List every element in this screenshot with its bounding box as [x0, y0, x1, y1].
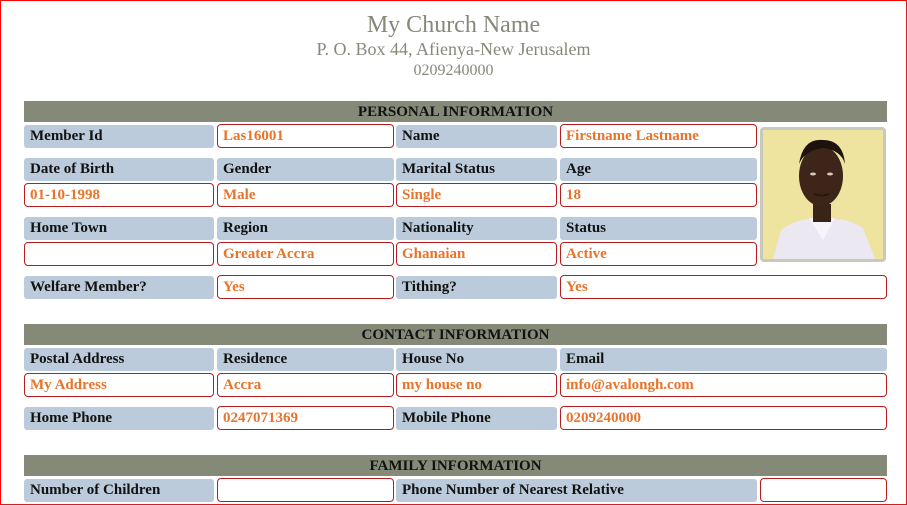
- home-phone-label: Home Phone: [24, 407, 214, 430]
- home-town-label: Home Town: [24, 217, 214, 240]
- residence-field[interactable]: Accra: [217, 373, 394, 397]
- contact-information-header: CONTACT INFORMATION: [24, 324, 887, 345]
- church-phone: 0209240000: [413, 62, 494, 79]
- marital-status-field[interactable]: Single: [396, 183, 557, 207]
- mobile-phone-label: Mobile Phone: [396, 407, 557, 430]
- postal-address-field[interactable]: My Address: [24, 373, 214, 397]
- nearest-relative-phone-label: Phone Number of Nearest Relative: [396, 479, 757, 502]
- region-field[interactable]: Greater Accra: [217, 242, 394, 266]
- age-label: Age: [560, 158, 757, 181]
- dob-label: Date of Birth: [24, 158, 214, 181]
- family-information-header: FAMILY INFORMATION: [24, 455, 887, 476]
- tithing-label: Tithing?: [396, 276, 557, 299]
- church-address: P. O. Box 44, Afienya-New Jerusalem: [316, 39, 591, 59]
- gender-label: Gender: [217, 158, 394, 181]
- house-no-label: House No: [396, 348, 557, 371]
- email-field[interactable]: info@avalongh.com: [560, 373, 887, 397]
- status-label: Status: [560, 217, 757, 240]
- home-town-field[interactable]: [24, 242, 214, 266]
- tithing-field[interactable]: Yes: [560, 275, 887, 299]
- name-label: Name: [396, 125, 557, 148]
- residence-label: Residence: [217, 348, 394, 371]
- member-id-label: Member Id: [24, 125, 214, 148]
- age-field[interactable]: 18: [560, 183, 757, 207]
- member-photo-image: [763, 130, 883, 259]
- church-name: My Church Name: [366, 12, 541, 38]
- nationality-label: Nationality: [396, 217, 557, 240]
- church-header: My Church Name P. O. Box 44, Afienya-New…: [0, 11, 907, 81]
- dob-field[interactable]: 01-10-1998: [24, 183, 214, 207]
- welfare-member-label: Welfare Member?: [24, 276, 214, 299]
- name-field[interactable]: Firstname Lastname: [560, 124, 757, 148]
- member-id-field[interactable]: Las16001: [217, 124, 394, 148]
- home-phone-field[interactable]: 0247071369: [217, 406, 394, 430]
- welfare-member-field[interactable]: Yes: [217, 275, 394, 299]
- number-of-children-label: Number of Children: [24, 479, 214, 502]
- personal-information-header: PERSONAL INFORMATION: [24, 101, 887, 122]
- region-label: Region: [217, 217, 394, 240]
- number-of-children-field[interactable]: [217, 478, 394, 502]
- member-photo: [760, 127, 886, 262]
- house-no-field[interactable]: my house no: [396, 373, 557, 397]
- marital-status-label: Marital Status: [396, 158, 557, 181]
- status-field[interactable]: Active: [560, 242, 757, 266]
- nearest-relative-phone-field[interactable]: [760, 478, 887, 502]
- gender-field[interactable]: Male: [217, 183, 394, 207]
- email-label: Email: [560, 348, 887, 371]
- mobile-phone-field[interactable]: 0209240000: [560, 406, 887, 430]
- nationality-field[interactable]: Ghanaian: [396, 242, 557, 266]
- postal-address-label: Postal Address: [24, 348, 214, 371]
